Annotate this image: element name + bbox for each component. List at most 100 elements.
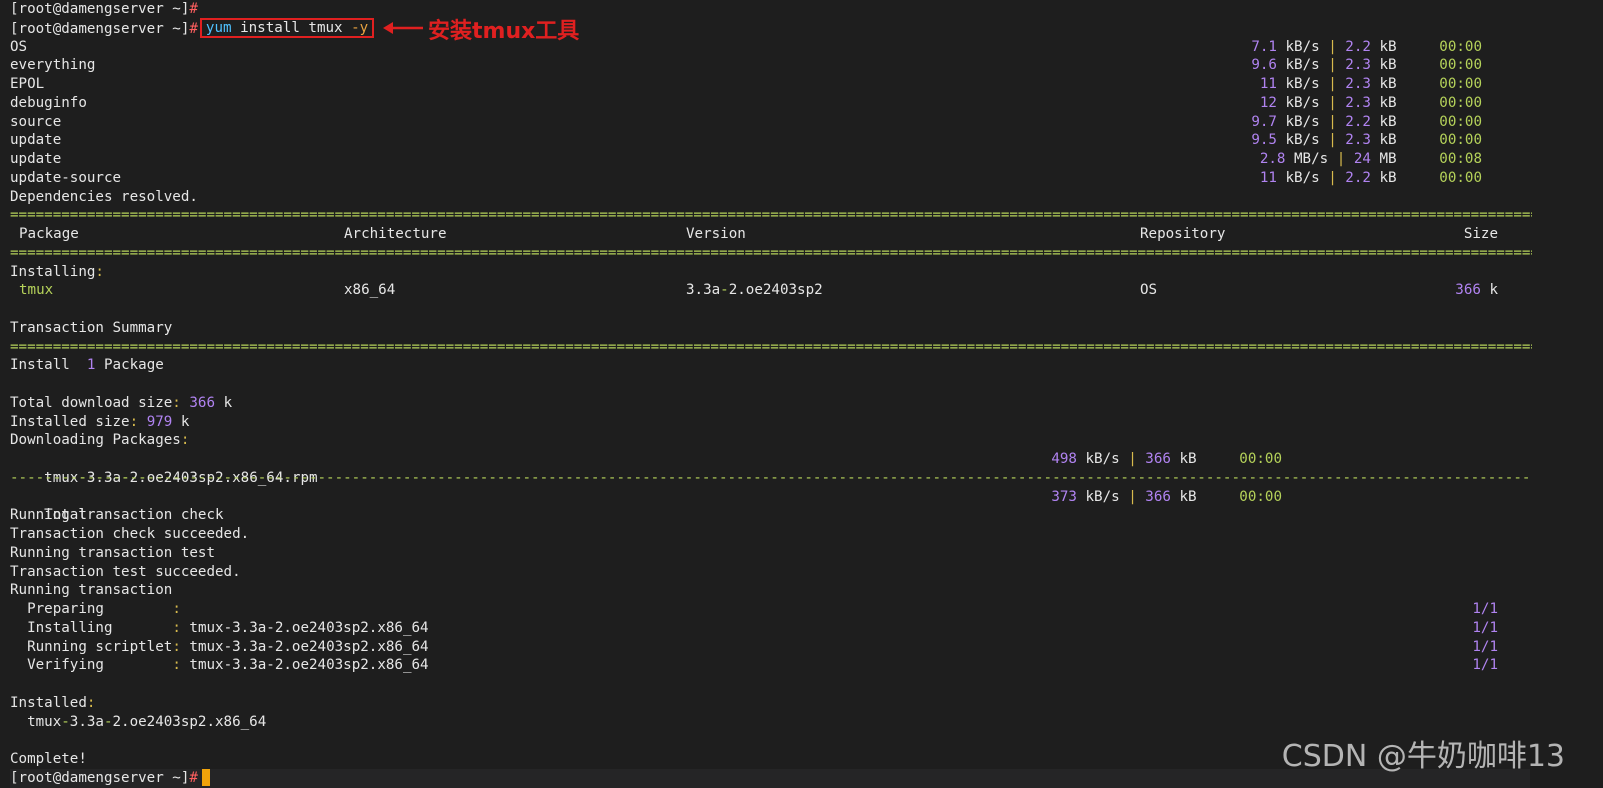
text-cursor [201, 769, 210, 787]
prompt: [root@damengserver ~] [10, 20, 190, 37]
tx-row: Verifying : tmux-3.3a-2.oe2403sp2.x86_64… [27, 657, 1498, 674]
col-package: Package [19, 226, 79, 242]
prompt-line-1: [root@damengserver ~]# [10, 0, 1530, 19]
tx-action: Verifying [27, 657, 173, 674]
repo-row: everything 9.6 kB/s | 2.3 kB 00:00 [10, 57, 1482, 74]
repo-row: EPOL 11 kB/s | 2.3 kB 00:00 [10, 76, 1482, 92]
installed-label: Installed: [10, 694, 96, 711]
col-version: Version [686, 226, 746, 242]
tx-package: tmux-3.3a-2.oe2403sp2.x86_64 [189, 619, 429, 636]
separator-dashed: ----------------------------------------… [10, 469, 1532, 486]
repo-time: 00:00 [1439, 57, 1482, 74]
downloading-packages: Downloading Packages: [10, 432, 190, 449]
tx-count: 1/1 [1472, 619, 1498, 636]
prompt: [root@damengserver ~] [10, 769, 190, 786]
repo-rate: 12 [1259, 94, 1277, 111]
repo-time: 00:00 [1439, 132, 1482, 149]
annotation-arrow-icon [383, 22, 423, 34]
repo-rate: 9.7 [1251, 113, 1277, 130]
tx-action: Running scriptlet [27, 638, 173, 655]
step-line: Transaction test succeeded. [10, 563, 241, 580]
command-args: install tmux [231, 19, 352, 36]
tx-count: 1/1 [1472, 638, 1498, 655]
package-version: 3.3a-2.oe2403sp2 [686, 282, 823, 299]
prompt-hash: # [189, 769, 198, 786]
installed-package: tmux-3.3a-2.oe2403sp2.x86_64 [10, 713, 267, 730]
annotation-label: 安装tmux工具 [428, 19, 580, 44]
deps-resolved: Dependencies resolved. [10, 188, 198, 205]
repo-rate: 2.8 [1259, 151, 1286, 167]
repo-name: source [10, 113, 62, 130]
repo-rate: 9.6 [1251, 57, 1277, 74]
repo-time: 00:00 [1439, 38, 1482, 55]
package-row: tmux x86_64 3.3a-2.oe2403sp2 OS 366 k [10, 281, 1530, 300]
repo-size: 24 [1353, 151, 1371, 167]
repo-name: EPOL [10, 76, 45, 92]
col-repo: Repository [1140, 226, 1226, 242]
package-arch: x86_64 [344, 282, 396, 299]
repo-name: update [10, 151, 62, 167]
tx-package: tmux-3.3a-2.oe2403sp2.x86_64 [189, 638, 429, 655]
repo-rate: 11 [1259, 76, 1277, 92]
transaction-summary: Transaction Summary [10, 319, 173, 336]
col-size: Size [1463, 226, 1498, 242]
repo-size: 2.3 [1345, 94, 1371, 111]
rpm-download-row: tmux-3.3a-2.oe2403sp2.x86_64.rpm 498 kB/… [44, 451, 1282, 486]
tx-package: tmux-3.3a-2.oe2403sp2.x86_64 [189, 657, 429, 674]
repo-name: update [10, 132, 62, 149]
repo-row: OS 7.1 kB/s | 2.2 kB 00:00 [10, 38, 1482, 55]
repo-name: update-source [10, 169, 122, 186]
repo-size: 2.3 [1345, 132, 1371, 149]
package-repo: OS [1140, 282, 1158, 299]
repo-row: update 2.8 MB/s | 24 MB 00:08 [10, 151, 1482, 167]
repo-name: debuginfo [10, 94, 87, 111]
repo-time: 00:00 [1439, 169, 1482, 186]
repo-row: debuginfo 12 kB/s | 2.3 kB 00:00 [10, 94, 1482, 111]
prompt-hash: # [189, 1, 198, 17]
repo-metadata-list: OS 7.1 kB/s | 2.2 kB 00:00 everything 9.6 k… [10, 38, 1530, 188]
package-name: tmux [19, 282, 54, 299]
repo-time: 00:00 [1439, 76, 1482, 92]
transaction-progress-list: Preparing : 1/1 Installing : tmux-3.3a-2… [10, 600, 1530, 675]
table-header-row: Package Architecture Version Repository … [10, 225, 1530, 244]
repo-time: 00:00 [1439, 94, 1482, 111]
prompt-line-2: [root@damengserver ~]# yum install tmux -… [10, 17, 1530, 38]
separator-double: ========================================… [10, 244, 1532, 261]
total-row: Total 373 kB/s | 366 kB 00:00 [44, 488, 1282, 524]
col-arch: Architecture [344, 226, 447, 242]
step-line: Transaction check succeeded. [10, 526, 250, 542]
total-download-size: Total download size: 366 k [10, 394, 233, 411]
repo-size: 2.2 [1345, 38, 1371, 55]
repo-row: update 9.5 kB/s | 2.3 kB 00:00 [10, 132, 1482, 149]
step-line: Running transaction test [10, 544, 215, 561]
separator-double: ========================================… [10, 338, 1532, 355]
command-highlight-box: yum install tmux -y [199, 17, 375, 38]
tx-action: Installing [27, 619, 173, 636]
tx-count: 1/1 [1472, 601, 1498, 617]
installed-size: Installed size: 979 k [10, 413, 190, 430]
repo-name: everything [10, 57, 96, 74]
prompt: [root@damengserver ~] [10, 1, 190, 17]
repo-size: 2.3 [1345, 76, 1371, 92]
installing-label: Installing: [10, 263, 104, 280]
install-summary: Install 1 Package [10, 357, 164, 374]
repo-row: update-source 11 kB/s | 2.2 kB 00:00 [10, 169, 1482, 186]
csdn-watermark: CSDN @牛奶咖啡13 [1281, 739, 1565, 774]
tx-row: Running scriptlet: tmux-3.3a-2.oe2403sp2… [27, 638, 1498, 655]
tx-count: 1/1 [1472, 657, 1498, 674]
repo-size: 2.2 [1345, 113, 1371, 130]
repo-name: OS [10, 38, 28, 55]
step-line: Running transaction check [10, 507, 224, 524]
repo-size: 2.3 [1345, 57, 1371, 74]
step-line: Running transaction [10, 582, 173, 599]
repo-time: 00:08 [1439, 151, 1482, 167]
repo-rate: 11 [1259, 169, 1277, 186]
prompt-hash: # [189, 20, 198, 37]
command-flag: -y [351, 19, 369, 36]
command-name: yum [205, 19, 232, 36]
repo-size: 2.2 [1345, 169, 1371, 186]
tx-action: Preparing [27, 601, 173, 617]
separator-double: ========================================… [10, 207, 1532, 224]
terminal-output[interactable]: [root@damengserver ~]# [root@damengserve… [10, 0, 1532, 788]
package-size: 366 k [1455, 282, 1498, 299]
